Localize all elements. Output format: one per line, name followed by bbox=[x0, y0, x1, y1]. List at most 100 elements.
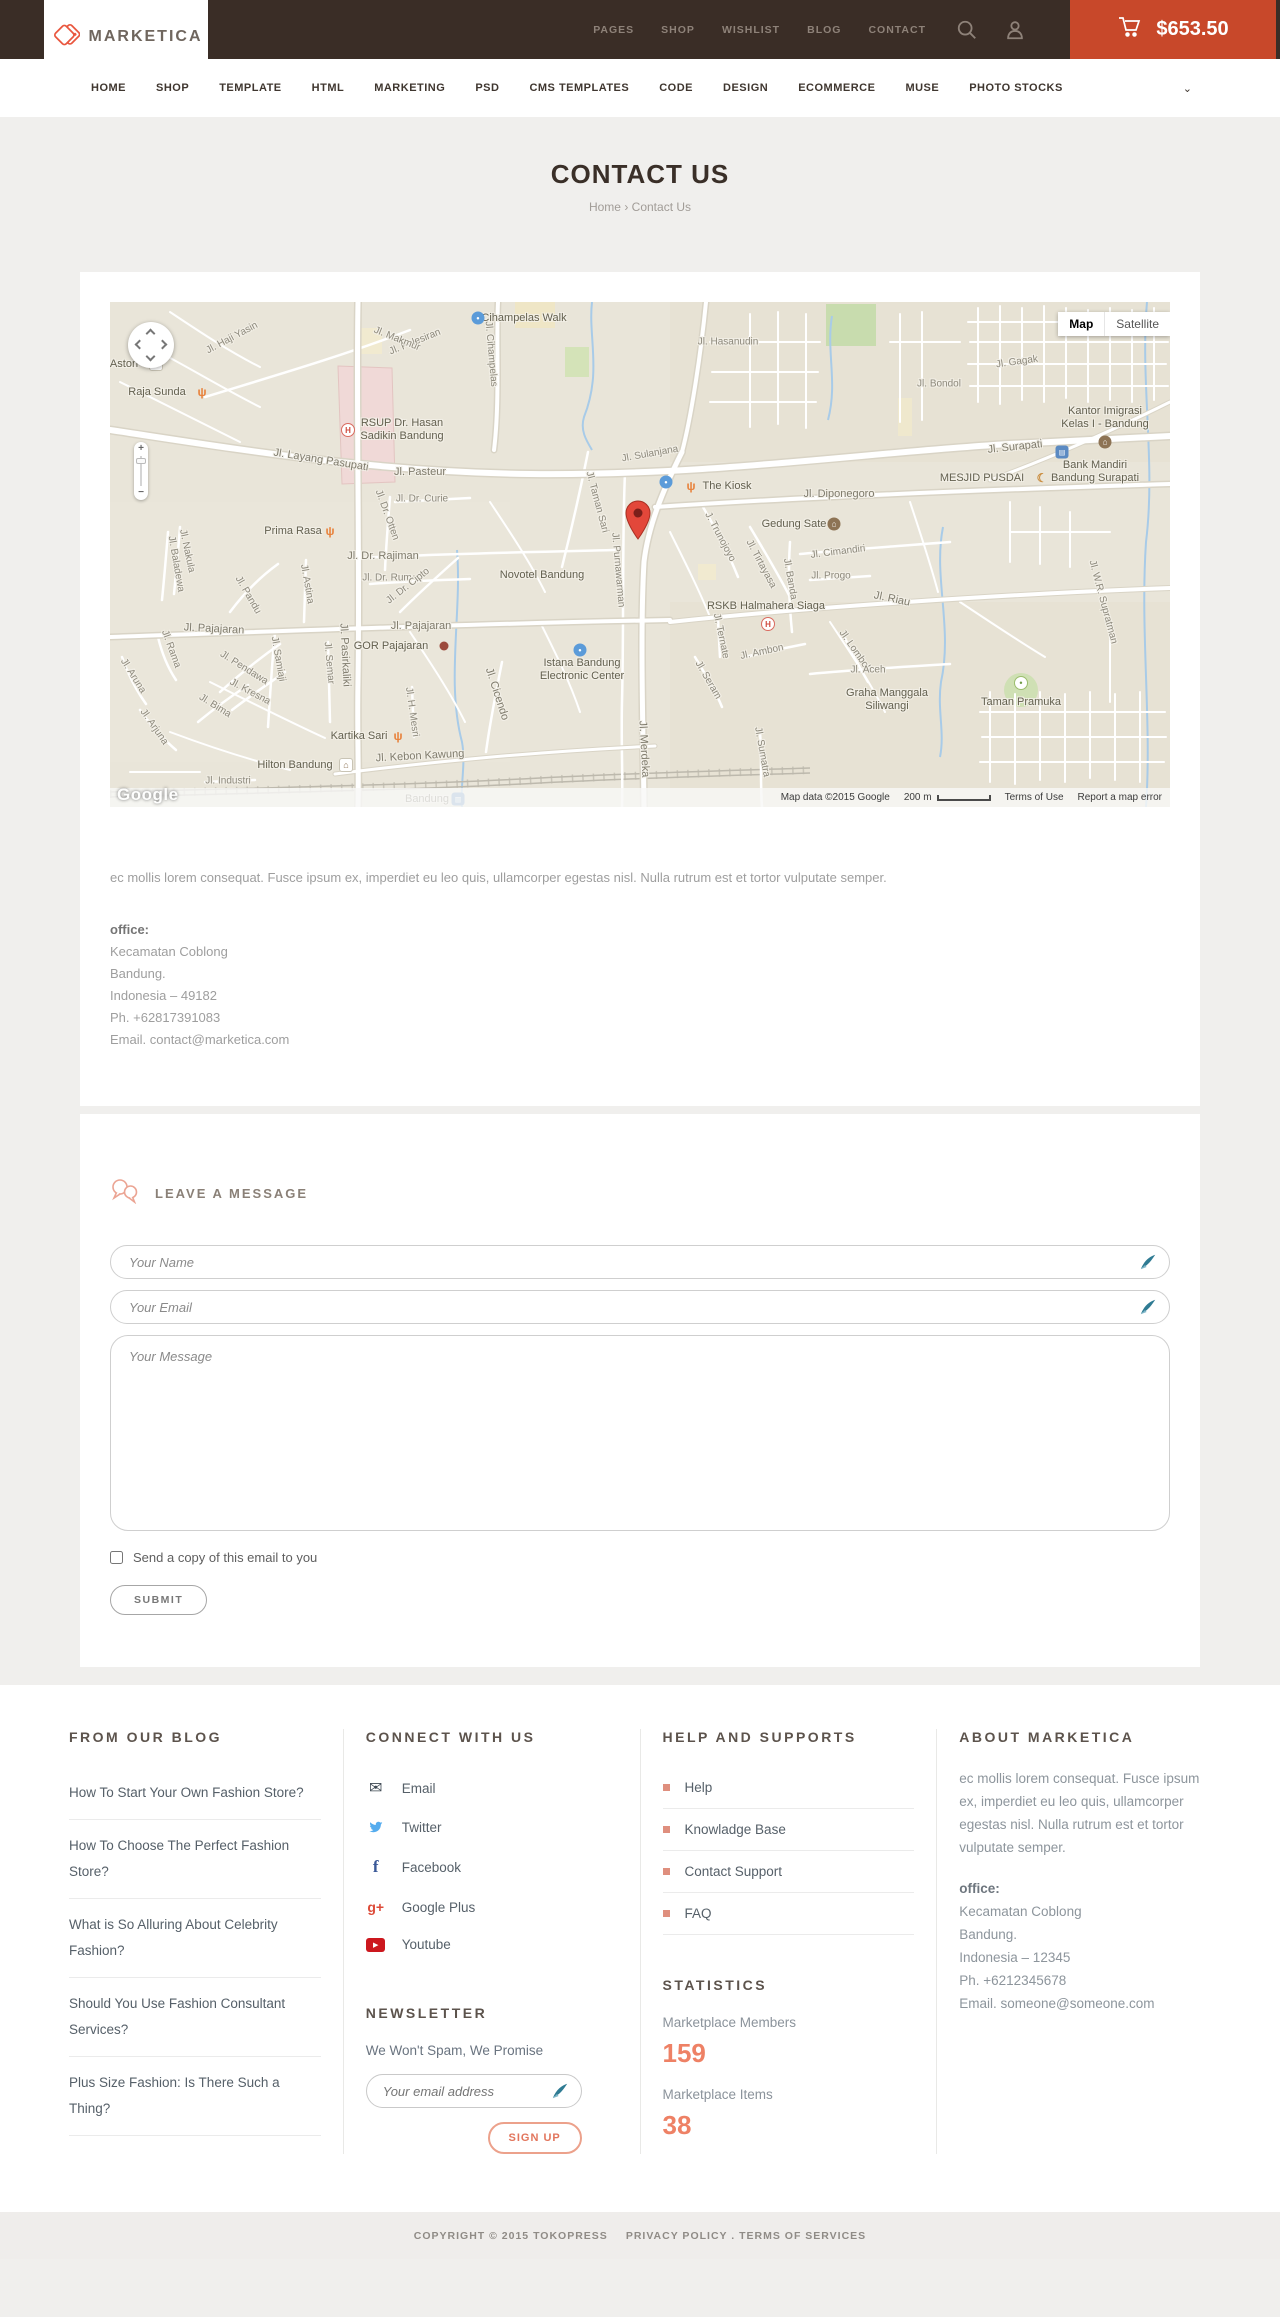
mainnav-item-home[interactable]: HOME bbox=[91, 82, 126, 94]
signup-button[interactable]: SIGN UP bbox=[487, 2122, 582, 2154]
blog-post-link[interactable]: Should You Use Fashion Consultant Servic… bbox=[69, 1978, 321, 2057]
send-copy-checkbox[interactable] bbox=[110, 1551, 123, 1564]
cart-total: $653.50 bbox=[1156, 18, 1229, 40]
contact-intro: ec mollis lorem consequat. Fusce ipsum e… bbox=[110, 870, 887, 885]
mainnav-item-ecommerce[interactable]: ECOMMERCE bbox=[798, 82, 875, 94]
copyright-bar: COPYRIGHT © 2015 TOKOPRESS PRIVACY POLIC… bbox=[0, 2212, 1280, 2259]
blog-post-link[interactable]: Plus Size Fashion: Is There Such a Thing… bbox=[69, 2057, 321, 2136]
museum-map-icon: ⌂ bbox=[1098, 435, 1112, 449]
page-header: CONTACT US Home › Contact Us bbox=[0, 117, 1280, 272]
newsletter-heading: NEWSLETTER bbox=[365, 2005, 488, 2021]
park-map-icon: • bbox=[1014, 676, 1028, 690]
pan-right-icon[interactable] bbox=[157, 339, 168, 350]
map-label: Graha Manggala Siliwangi bbox=[846, 686, 928, 712]
footer-about-column: ABOUT MARKETICA ec mollis lorem consequa… bbox=[936, 1729, 1233, 2154]
zoom-out-icon[interactable]: − bbox=[138, 488, 144, 498]
stat-label: Marketplace Members bbox=[662, 2015, 797, 2030]
google-logo[interactable]: Google bbox=[117, 785, 179, 805]
address-line: Ph. +6212345678 bbox=[959, 1973, 1067, 1988]
breadcrumb-current: Contact Us bbox=[631, 200, 692, 214]
map-label: Kantor Imigrasi Kelas I - Bandung bbox=[1061, 404, 1149, 430]
mainnav-item-code[interactable]: CODE bbox=[659, 82, 693, 94]
twitter-icon bbox=[369, 1821, 383, 1833]
social-label: Twitter bbox=[401, 1820, 442, 1835]
terms-of-services-link[interactable]: TERMS OF SERVICES bbox=[739, 2230, 866, 2242]
mainnav-item-muse[interactable]: MUSE bbox=[905, 82, 939, 94]
social-link-facebook[interactable]: f Facebook bbox=[366, 1846, 618, 1888]
search-icon[interactable] bbox=[956, 19, 978, 41]
user-icon[interactable] bbox=[1004, 19, 1026, 41]
topnav-item-blog[interactable]: BLOG bbox=[807, 24, 841, 36]
blog-post-link[interactable]: How To Start Your Own Fashion Store? bbox=[69, 1767, 321, 1820]
blog-post-link[interactable]: How To Choose The Perfect Fashion Store? bbox=[69, 1820, 321, 1899]
links-separator: . bbox=[731, 2229, 736, 2242]
pan-down-icon[interactable] bbox=[145, 351, 156, 362]
name-input[interactable] bbox=[110, 1245, 1170, 1279]
map-zoom-control[interactable]: + − bbox=[134, 442, 148, 500]
map-label: RSUP Dr. Hasan Sadikin Bandung bbox=[360, 416, 444, 442]
dot-map-icon bbox=[439, 641, 449, 651]
cart-button[interactable]: $653.50 bbox=[1070, 0, 1276, 59]
report-map-error-link[interactable]: Report a map error bbox=[1078, 792, 1162, 803]
terms-of-use-link[interactable]: Terms of Use bbox=[1005, 792, 1064, 803]
mainnav-item-psd[interactable]: PSD bbox=[475, 82, 499, 94]
map-type-map-button[interactable]: Map bbox=[1058, 312, 1105, 336]
map-label: Jl. Industri bbox=[205, 775, 251, 787]
mainnav-item-html[interactable]: HTML bbox=[312, 82, 345, 94]
message-textarea[interactable] bbox=[110, 1335, 1170, 1531]
map-pan-control[interactable] bbox=[128, 322, 174, 368]
social-link-youtube[interactable]: ▶ Youtube bbox=[366, 1926, 618, 1963]
map-label: Gedung Sate bbox=[761, 518, 827, 530]
top-header: MARKETICA PAGES SHOP WISHLIST BLOG CONTACT $… bbox=[0, 0, 1280, 74]
topnav-item-contact[interactable]: CONTACT bbox=[868, 24, 926, 36]
social-link-gplus[interactable]: g+ Google Plus bbox=[366, 1888, 618, 1926]
zoom-slider[interactable] bbox=[136, 456, 146, 486]
logo[interactable]: MARKETICA bbox=[44, 0, 208, 74]
map-label: Bank Mandiri Bandung Surapati bbox=[1050, 458, 1140, 484]
email-input[interactable] bbox=[110, 1290, 1170, 1324]
office-heading: office: bbox=[110, 922, 149, 937]
topnav-item-wishlist[interactable]: WISHLIST bbox=[722, 24, 780, 36]
breadcrumb-home[interactable]: Home bbox=[589, 200, 621, 214]
shop-map-icon: • bbox=[573, 643, 587, 657]
help-link-knowladge-base[interactable]: Knowladge Base bbox=[662, 1809, 915, 1851]
copyright-text: COPYRIGHT © 2015 TOKOPRESS bbox=[413, 2229, 608, 2242]
help-label: FAQ bbox=[684, 1906, 712, 1921]
zoom-in-icon[interactable]: + bbox=[138, 444, 144, 454]
name-field-wrap bbox=[110, 1245, 1170, 1279]
map-label: Cihampelas Walk bbox=[481, 312, 567, 324]
mainnav-item-marketing[interactable]: MARKETING bbox=[374, 82, 445, 94]
help-link-help[interactable]: Help bbox=[662, 1767, 915, 1809]
mainnav-item-design[interactable]: DESIGN bbox=[723, 82, 768, 94]
chevron-down-icon[interactable]: ⌄ bbox=[1183, 82, 1200, 95]
footer: FROM OUR BLOG How To Start Your Own Fash… bbox=[0, 1685, 1280, 2212]
mainnav-item-photo-stocks[interactable]: PHOTO STOCKS bbox=[969, 82, 1063, 94]
topnav-item-shop[interactable]: SHOP bbox=[661, 24, 695, 36]
page-title: CONTACT US bbox=[550, 159, 730, 189]
topnav-item-pages[interactable]: PAGES bbox=[593, 24, 634, 36]
newsletter-email-input[interactable] bbox=[365, 2074, 582, 2108]
social-link-email[interactable]: ✉ Email bbox=[366, 1767, 618, 1809]
privacy-policy-link[interactable]: PRIVACY POLICY bbox=[626, 2230, 728, 2242]
chat-bubbles-icon bbox=[110, 1178, 140, 1209]
map-type-satellite-button[interactable]: Satellite bbox=[1104, 312, 1170, 336]
mainnav-item-shop[interactable]: SHOP bbox=[156, 82, 189, 94]
help-link-contact-support[interactable]: Contact Support bbox=[662, 1851, 915, 1893]
map-pin[interactable] bbox=[625, 500, 651, 540]
map-label: Raja Sunda bbox=[128, 386, 186, 398]
social-link-twitter[interactable]: Twitter bbox=[366, 1809, 618, 1846]
help-link-faq[interactable]: FAQ bbox=[662, 1893, 915, 1935]
breadcrumb: Home › Contact Us bbox=[0, 200, 1280, 214]
pan-left-icon[interactable] bbox=[134, 339, 145, 350]
mainnav-item-cms-templates[interactable]: CMS TEMPLATES bbox=[529, 82, 629, 94]
social-label: Facebook bbox=[401, 1859, 462, 1875]
google-map[interactable]: Cihampelas Walk • Jl. Hasanudin Jl. Pelesir… bbox=[110, 302, 1170, 807]
mainnav-item-template[interactable]: TEMPLATE bbox=[219, 82, 281, 94]
map-label: MESJID PUSDAI bbox=[939, 472, 1025, 484]
blog-post-link[interactable]: What is So Alluring About Celebrity Fash… bbox=[69, 1899, 321, 1978]
mainnav-items: HOME SHOP TEMPLATE HTML MARKETING PSD CMS TEMP… bbox=[91, 82, 1063, 94]
submit-button[interactable]: SUBMIT bbox=[110, 1585, 208, 1615]
pan-up-icon[interactable] bbox=[145, 328, 156, 339]
pen-icon bbox=[1139, 1253, 1157, 1276]
map-label: Jl. Dr. Rajiman bbox=[347, 550, 419, 562]
